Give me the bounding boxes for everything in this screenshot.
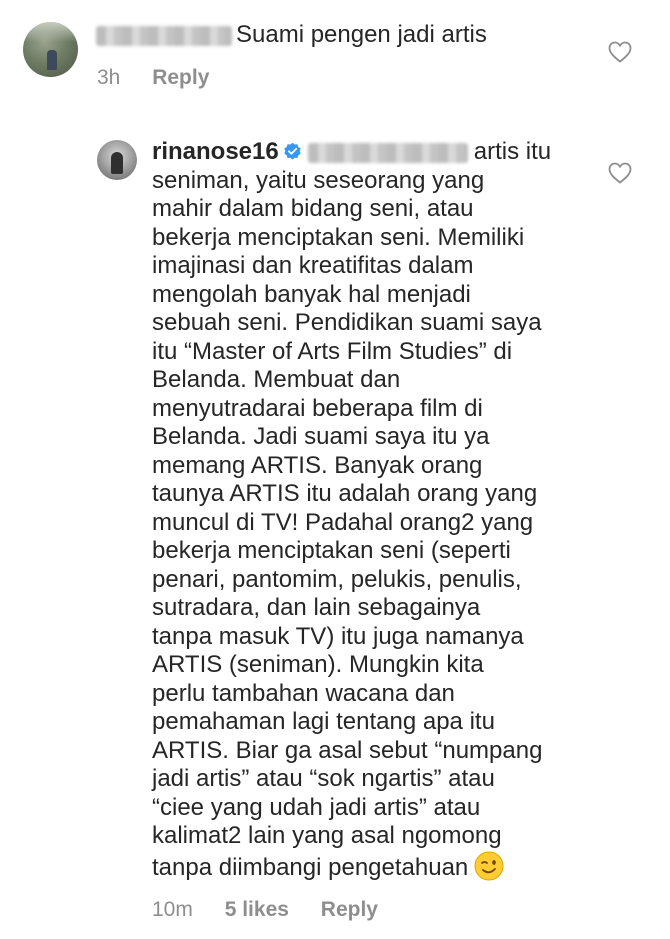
comment-line: sutradara, dan lain sebagainya [152,594,481,621]
comment-line: mahir dalam bidang seni, atau [152,195,474,222]
commenter-avatar[interactable] [23,22,78,77]
comment-2-time: 10m [152,898,193,921]
comment-line: perlu tambahan wacana dan [152,679,455,707]
comment-2-meta: 10m 5 likes Reply [152,898,378,922]
comment-line: artis itu [473,138,552,165]
comment-line: bekerja menciptakan seni. Memiliki [152,223,525,251]
comment-2-reply-button[interactable]: Reply [321,898,378,921]
comment-line: Belanda. Membuat dan [152,366,401,393]
comment-2-first-line: rinanose16 artis itu [152,138,592,167]
comment-line: taunya ARTIS itu adalah orang yang [152,480,538,507]
comment-line: bekerja menciptakan seni (seperti [152,537,511,564]
comment-line: tanpa diimbangi pengetahuan [152,853,469,881]
comment-line: muncul di TV! Padahal orang2 yang [152,508,534,536]
comment-line: imajinasi dan kreatifitas dalam [152,252,474,279]
comment-line: Belanda. Jadi suami saya itu ya [152,423,490,450]
comment-line: memang ARTIS. Banyak orang [152,451,483,479]
heart-icon[interactable] [608,162,632,184]
comment-line: “ciee yang udah jadi artis” atau [152,793,481,821]
blurred-mention [307,142,468,163]
comment-line: menyutradarai beberapa film di [152,394,483,422]
comment-1-text-row: Suami pengen jadi artis [96,18,487,52]
comment-1-time: 3h [97,66,121,89]
verified-badge-icon [284,142,301,160]
comment-line: ARTIS. Biar ga asal sebut “numpang [152,736,543,764]
comment-line: penari, pantomim, pelukis, penulis, [152,565,522,593]
heart-icon[interactable] [608,41,632,63]
blurred-username [96,25,232,46]
comment-1-meta: 3h Reply [97,66,209,90]
comment-2-body: rinanose16 artis itu seniman, yaitu seseo… [152,138,592,882]
comment-line: mengolah banyak hal menjadi [152,280,471,308]
comment-line: tanpa masuk TV) itu juga namanya [152,622,524,650]
comment-line: pemahaman lagi tentang apa itu [152,708,495,735]
comment-last-line: tanpa diimbangi pengetahuan [152,851,592,883]
rinanose16-avatar[interactable] [97,140,137,180]
comment-1-reply-button[interactable]: Reply [152,66,209,89]
comment-1-text: Suami pengen jadi artis [236,21,487,48]
comment-line: itu “Master of Arts Film Studies” di [152,337,513,365]
comment-2-likes[interactable]: 5 likes [225,898,289,921]
username[interactable]: rinanose16 [152,138,279,165]
winking-face-emoji-icon [474,851,504,880]
comment-line: jadi artis” atau “sok ngartis” atau [152,765,495,792]
comment-line: kalimat2 lain yang asal ngomong [152,822,502,849]
comment-line: seniman, yaitu seseorang yang [152,166,485,194]
comment-line: sebuah seni. Pendidikan suami saya [152,309,542,336]
comment-line: ARTIS (seniman). Mungkin kita [152,651,484,678]
